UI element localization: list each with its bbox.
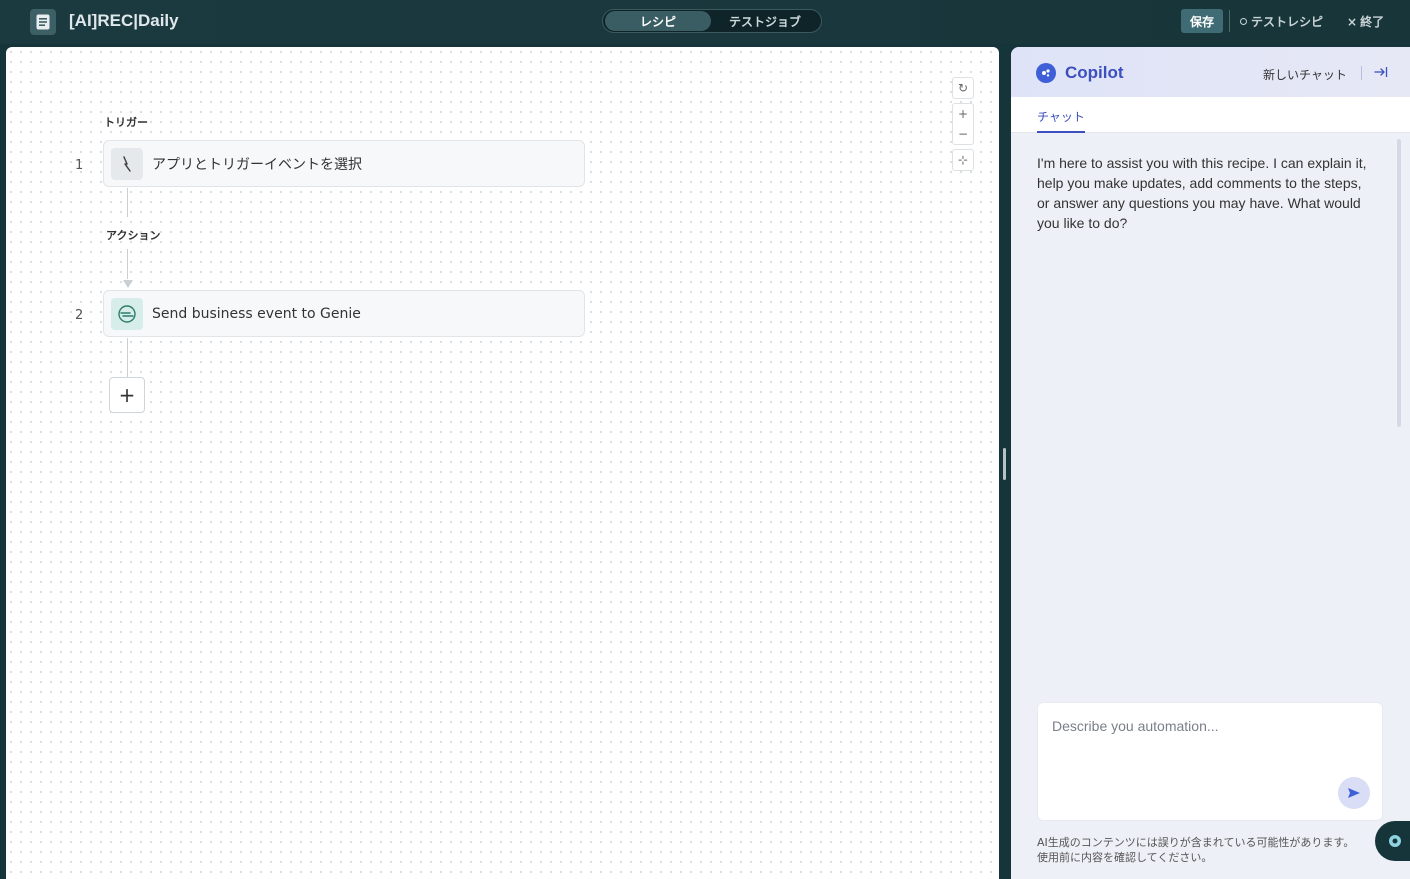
step-connector [127,249,128,279]
refresh-icon: ↻ [957,81,969,95]
fit-view-button[interactable]: ⊹ [952,149,974,171]
step-number: 1 [75,158,84,173]
test-recipe-button[interactable]: テストレシピ [1240,13,1323,30]
reset-view-button[interactable]: ↻ [952,77,974,99]
action-section-label: アクション [106,229,161,242]
panel-resize-handle[interactable] [1003,448,1006,480]
mode-toggle: レシピ テストジョブ [602,9,822,33]
arrow-down-icon [123,280,133,288]
tab-test-jobs[interactable]: テストジョブ [711,11,819,31]
top-bar: [AI]REC|Daily レシピ テストジョブ 保存 テストレシピ × 終了 [0,0,1410,44]
send-button[interactable] [1338,777,1370,809]
trigger-step-card[interactable]: アプリとトリガーイベントを選択 [103,140,585,187]
scrollbar[interactable] [1397,139,1401,427]
recipe-icon [30,9,56,35]
copilot-tabbar: チャット [1011,97,1410,133]
toolbar-divider [1229,10,1230,32]
collapse-panel-icon[interactable] [1373,64,1389,80]
new-chat-button[interactable]: 新しいチャット [1263,66,1347,83]
step-label: アプリとトリガーイベントを選択 [152,156,362,173]
copilot-title: Copilot [1065,63,1124,82]
assistant-launcher-button[interactable] [1375,821,1410,861]
step-connector [127,338,128,377]
step-number: 2 [75,308,84,323]
chat-input-box [1037,702,1383,821]
zoom-in-button[interactable]: + [953,104,973,124]
circle-icon [1240,18,1247,25]
exit-button[interactable]: × 終了 [1347,13,1384,30]
trigger-section-label: トリガー [104,116,148,129]
header-divider [1361,66,1362,80]
chat-input[interactable] [1038,703,1382,820]
copilot-panel: Copilot 新しいチャット チャット I'm here to assist … [1011,47,1410,879]
zoom-out-button[interactable]: − [953,124,973,144]
ai-disclaimer: AI生成のコンテンツには誤りが含まれている可能性があります。 使用前に内容を確認… [1037,835,1407,865]
send-icon [1348,788,1360,798]
save-button[interactable]: 保存 [1181,9,1223,33]
exit-label: 終了 [1360,15,1385,29]
test-recipe-label: テストレシピ [1251,15,1324,29]
trigger-icon [111,147,143,180]
step-connector [127,188,128,217]
copilot-logo-icon [1036,63,1056,83]
copilot-message: I'm here to assist you with this recipe.… [1037,155,1367,231]
zoom-controls: + − [952,103,974,145]
tab-chat[interactable]: チャット [1037,108,1085,133]
action-step-card[interactable]: Send business event to Genie [103,290,585,337]
disclaimer-line: 使用前に内容を確認してください。 [1037,851,1213,864]
step-label: Send business event to Genie [152,305,361,322]
copilot-header: Copilot 新しいチャット [1011,47,1410,97]
fit-icon: ⊹ [957,153,969,167]
close-icon: × [1347,14,1358,29]
tab-recipe[interactable]: レシピ [605,11,711,31]
recipe-title[interactable]: [AI]REC|Daily [69,11,179,31]
disclaimer-line: AI生成のコンテンツには誤りが含まれている可能性があります。 [1037,836,1355,849]
genie-icon [111,297,143,330]
sparkle-icon [1389,835,1401,847]
add-step-button[interactable]: + [109,377,145,413]
recipe-canvas[interactable]: トリガー 1 アプリとトリガーイベントを選択 アクション 2 Send busi… [6,47,999,879]
